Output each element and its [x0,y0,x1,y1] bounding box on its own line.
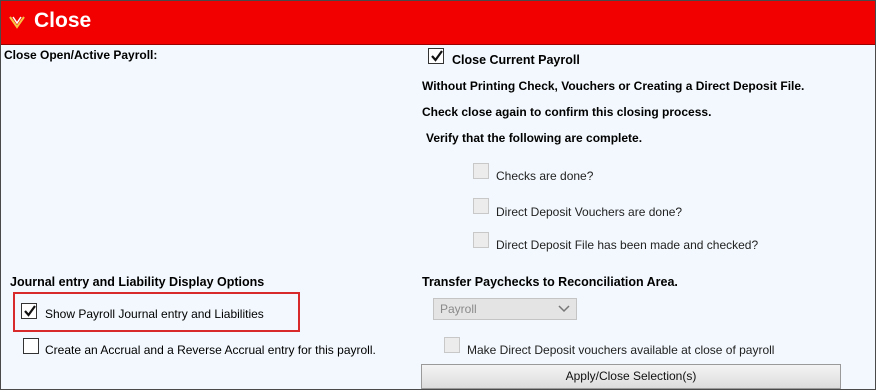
dd-file-checkbox[interactable] [473,232,489,248]
apply-close-button[interactable]: Apply/Close Selection(s) [421,364,841,389]
close-current-payroll-label: Close Current Payroll [452,53,580,67]
verify-heading: Verify that the following are complete. [426,131,643,145]
show-journal-label: Show Payroll Journal entry and Liabiliti… [45,307,264,321]
journal-options-heading: Journal entry and Liability Display Opti… [10,275,265,289]
title-bar: Close [1,1,875,45]
transfer-select[interactable]: Payroll [433,298,577,320]
make-vouchers-checkbox[interactable] [444,337,460,353]
transfer-select-value: Payroll [440,302,477,316]
note-line-2: Check close again to confirm this closin… [422,105,712,119]
vouchers-done-checkbox[interactable] [473,198,489,214]
window-title: Close [34,9,92,32]
checkmark-icon [431,50,443,62]
chevron-down-icon [558,305,570,313]
collapse-icon[interactable] [7,13,27,33]
close-open-payroll-heading: Close Open/Active Payroll: [4,48,158,62]
checks-done-label: Checks are done? [496,169,594,183]
accrual-checkbox[interactable] [23,338,39,354]
note-line-1: Without Printing Check, Vouchers or Crea… [422,79,805,93]
checks-done-checkbox[interactable] [473,163,489,179]
close-current-payroll-checkbox[interactable] [428,48,444,64]
make-vouchers-label: Make Direct Deposit vouchers available a… [467,343,775,357]
checkmark-icon [24,305,36,317]
transfer-heading: Transfer Paychecks to Reconciliation Are… [422,275,678,289]
close-panel: Close Close Open/Active Payroll: Journal… [0,0,876,390]
show-journal-checkbox[interactable] [21,303,37,319]
accrual-label: Create an Accrual and a Reverse Accrual … [45,343,376,357]
vouchers-done-label: Direct Deposit Vouchers are done? [496,205,683,219]
dd-file-label: Direct Deposit File has been made and ch… [496,238,759,252]
